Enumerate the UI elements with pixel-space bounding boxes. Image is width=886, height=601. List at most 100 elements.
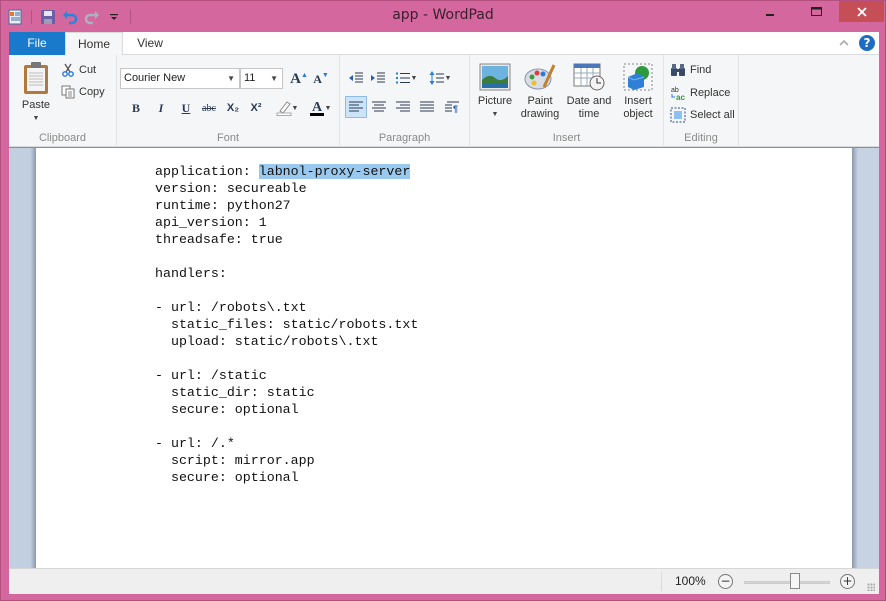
decrease-indent-button[interactable]	[346, 68, 366, 88]
maximize-icon	[810, 6, 822, 16]
paragraph-group-label: Paragraph	[378, 132, 431, 144]
bullets-button[interactable]: ▼	[392, 68, 420, 88]
document-line: - url: /.*	[155, 436, 235, 451]
subscript-button[interactable]: X₂	[223, 98, 243, 118]
maximize-button[interactable]	[793, 1, 839, 22]
highlight-color-button[interactable]: ▼	[273, 98, 301, 118]
grow-font-button[interactable]: A ▲	[289, 69, 309, 89]
tab-home[interactable]: Home	[65, 32, 123, 56]
calendar-clock-icon	[573, 63, 605, 91]
paragraph-group: ▼ ▼ ¶ Paragraph	[340, 55, 470, 147]
zoom-out-button[interactable]: −	[718, 574, 733, 589]
cut-label: Cut	[79, 64, 97, 76]
decrease-indent-icon	[349, 72, 363, 83]
document-line: application: labnol-proxy-server	[155, 163, 418, 180]
font-group-label: Font	[216, 132, 239, 144]
document-line: version: secureable	[155, 181, 307, 196]
help-button[interactable]: ?	[859, 35, 875, 51]
find-button[interactable]: Find	[670, 63, 711, 77]
minimize-ribbon-button[interactable]	[839, 36, 849, 50]
paint-palette-icon	[524, 64, 556, 90]
justify-button[interactable]	[417, 97, 437, 117]
font-family-select[interactable]: Courier New ▼	[120, 68, 240, 89]
zoom-slider-track[interactable]	[744, 581, 830, 584]
insert-object-label-2: object	[623, 108, 653, 120]
insert-object-button[interactable]: Insert object	[616, 63, 660, 121]
shrink-font-button[interactable]: A ▼	[311, 69, 331, 89]
zoom-level: 100%	[675, 574, 706, 588]
insert-object-icon	[623, 63, 653, 91]
picture-label: Picture	[477, 95, 513, 107]
chevron-up-icon	[839, 39, 849, 46]
tab-view[interactable]: View	[123, 32, 177, 55]
underline-icon: U	[181, 100, 191, 115]
document-area: application: labnol-proxy-server version:…	[9, 148, 879, 568]
document-line: static_dir: static	[155, 385, 315, 400]
copy-button[interactable]: Copy	[61, 85, 105, 99]
editing-group-label: Editing	[684, 132, 718, 144]
chevron-down-icon: ▼	[270, 74, 278, 83]
paste-button[interactable]: Paste ▼	[17, 61, 55, 125]
close-button[interactable]	[839, 1, 884, 22]
paragraph-icon: ¶	[445, 101, 459, 113]
select-all-button[interactable]: Select all	[670, 107, 735, 123]
document-line: upload: static/robots\.txt	[155, 334, 379, 349]
document-line: - url: /robots\.txt	[155, 300, 307, 315]
insert-object-label-1: Insert	[624, 95, 652, 107]
document-page[interactable]: application: labnol-proxy-server version:…	[36, 148, 852, 568]
paint-drawing-button[interactable]: Paint drawing	[518, 63, 562, 121]
date-and-time-button[interactable]: Date and time	[564, 63, 614, 121]
document-line: secure: optional	[155, 402, 299, 417]
cut-button[interactable]: Cut	[61, 63, 96, 77]
align-right-icon	[396, 101, 410, 112]
replace-button[interactable]: ab ac Replace	[670, 85, 730, 101]
subscript-icon: X₂	[226, 102, 240, 114]
increase-indent-button[interactable]	[368, 68, 388, 88]
insert-picture-button[interactable]: Picture ▼	[474, 63, 516, 121]
document-text[interactable]: application: labnol-proxy-server version:…	[155, 163, 418, 486]
text-color-button[interactable]: A ▼	[306, 98, 334, 118]
underline-button[interactable]: U	[176, 98, 196, 118]
document-line: handlers:	[155, 266, 227, 281]
bold-button[interactable]: B	[126, 98, 146, 118]
superscript-button[interactable]: X²	[246, 98, 266, 118]
line-spacing-button[interactable]: ▼	[426, 68, 454, 88]
font-size-select[interactable]: 11 ▼	[240, 68, 283, 89]
align-left-icon	[349, 101, 363, 112]
paste-dropdown-icon[interactable]: ▼	[17, 112, 55, 125]
document-line: runtime: python27	[155, 198, 291, 213]
zoom-in-button[interactable]: +	[840, 574, 855, 589]
italic-icon: I	[158, 100, 164, 115]
select-all-icon	[670, 107, 686, 123]
document-line: api_version: 1	[155, 215, 267, 230]
paragraph-settings-button[interactable]: ¶	[442, 97, 462, 117]
highlighter-icon	[276, 101, 291, 116]
chevron-down-icon: ▼	[491, 111, 499, 118]
align-left-button[interactable]	[345, 96, 367, 118]
date-time-label-2: time	[578, 108, 600, 120]
strikethrough-button[interactable]: abc	[199, 98, 219, 118]
strikethrough-icon: abc	[202, 102, 216, 114]
zoom-slider-thumb[interactable]	[789, 573, 800, 589]
editing-group: Find ab ac Replace Select all Editing	[664, 55, 739, 147]
grow-font-icon: A	[290, 70, 301, 87]
tab-file[interactable]: File	[9, 32, 65, 55]
insert-group-label: Insert	[552, 132, 581, 144]
resize-grip[interactable]	[867, 583, 875, 591]
font-family-value: Courier New	[124, 72, 186, 84]
paint-drawing-label-2: drawing	[520, 108, 560, 120]
document-line: threadsafe: true	[155, 232, 283, 247]
align-center-button[interactable]	[369, 97, 389, 117]
italic-button[interactable]: I	[151, 98, 171, 118]
zoom-out-icon: −	[720, 574, 731, 588]
paste-icon	[24, 62, 48, 94]
clipboard-group: Paste ▼ Cut Copy Clipboard	[9, 55, 117, 147]
minimize-icon	[766, 13, 774, 16]
document-line: secure: optional	[155, 470, 299, 485]
replace-icon: abac	[671, 87, 685, 101]
minimize-button[interactable]	[747, 1, 793, 22]
align-right-button[interactable]	[393, 97, 413, 117]
find-label: Find	[690, 64, 712, 76]
